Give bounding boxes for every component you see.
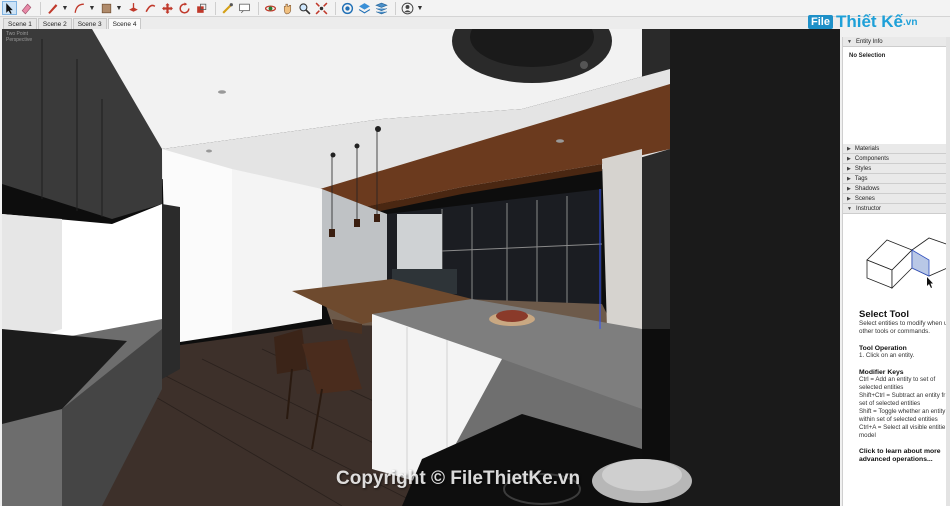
- zoom-tool-button[interactable]: [297, 1, 312, 15]
- model-viewport[interactable]: Two Point Perspective: [2, 29, 840, 506]
- pan-tool-button[interactable]: [280, 1, 295, 15]
- tray-scrollbar[interactable]: [946, 37, 950, 506]
- tool-operation-heading: Tool Operation: [859, 345, 907, 352]
- panel-instructor[interactable]: ▼ Instructor: [843, 204, 950, 214]
- pushpull-tool-button[interactable]: [126, 1, 141, 15]
- instructor-tool-name: Select Tool: [859, 309, 909, 320]
- move-tool-button[interactable]: [160, 1, 175, 15]
- collapsed-arrow-icon: ▶: [847, 175, 851, 182]
- zoom-extents-tool-button[interactable]: [314, 1, 329, 15]
- default-tray: ▼ Entity Info No Selection ▶ Materials ▶ C…: [842, 37, 950, 506]
- eraser-icon: [21, 3, 32, 14]
- modifier-keys-heading: Modifier Keys: [859, 369, 904, 376]
- scene-tabs: Scene 1 Scene 2 Scene 3 Scene 4: [0, 17, 840, 29]
- collapsed-arrow-icon: ▶: [847, 145, 851, 152]
- advanced-operations-link-2[interactable]: advanced operations...: [859, 456, 950, 464]
- toolbar-separator: [40, 1, 41, 15]
- logo-badge: File: [808, 15, 833, 29]
- text-icon: [239, 3, 250, 13]
- collapsed-arrow-icon: ▶: [847, 195, 851, 202]
- tab-scene-4[interactable]: Scene 4: [107, 18, 142, 29]
- tab-scene-2[interactable]: Scene 2: [37, 18, 72, 29]
- toolbar-separator: [335, 1, 336, 15]
- filethietke-logo: File Thiết Kế .vn: [808, 12, 917, 32]
- advanced-operations-link[interactable]: Click to learn about more: [859, 448, 950, 456]
- arc-icon: [74, 3, 84, 13]
- layers-tool-button[interactable]: [374, 1, 389, 15]
- toolbar-separator: [395, 1, 396, 15]
- rotate-tool-button[interactable]: [177, 1, 192, 15]
- toolbar-separator: [258, 1, 259, 15]
- panel-materials[interactable]: ▶ Materials: [843, 144, 950, 154]
- panel-entity-info[interactable]: ▼ Entity Info: [843, 37, 950, 47]
- sketchup-window: ▼ ▼ ▼ ▼ Scene 1 Scene 2 Scene 3 Scene 4 …: [0, 0, 950, 506]
- pencil-icon: [48, 3, 58, 14]
- panel-scenes[interactable]: ▶ Scenes: [843, 194, 950, 204]
- orbit-icon: [264, 4, 277, 12]
- shape-tool-button[interactable]: [99, 1, 114, 15]
- logo-text: Thiết Kế: [835, 12, 904, 31]
- copyright-watermark: Copyright © FileThietKe.vn: [336, 468, 581, 489]
- line-tool-dropdown[interactable]: ▼: [62, 1, 69, 15]
- rotate-icon: [179, 2, 190, 14]
- pushpull-icon: [129, 2, 138, 12]
- panel-styles[interactable]: ▶ Styles: [843, 164, 950, 174]
- selection-status: No Selection: [849, 53, 886, 59]
- logo-domain: .vn: [903, 16, 918, 28]
- select-tool-illustration: [866, 237, 950, 289]
- tape-tool-button[interactable]: [220, 1, 235, 15]
- followme-icon: [145, 4, 156, 12]
- orbit-tool-button[interactable]: [263, 1, 278, 15]
- panel-shadows[interactable]: ▶ Shadows: [843, 184, 950, 194]
- rectangle-icon: [101, 3, 112, 13]
- arc-tool-button[interactable]: [72, 1, 87, 15]
- select-tool-button[interactable]: [2, 1, 17, 15]
- toolbar-separator: [215, 1, 216, 15]
- extension-tool-button[interactable]: [357, 1, 372, 15]
- text-tool-button[interactable]: [237, 1, 252, 15]
- tape-icon: [222, 2, 233, 14]
- scale-tool-button[interactable]: [194, 1, 209, 15]
- layers-icon: [375, 2, 388, 14]
- kitchen-scene-render: [2, 29, 840, 506]
- warehouse-tool-button[interactable]: [340, 1, 355, 15]
- camera-label: Two Point Perspective: [6, 31, 33, 43]
- hand-icon: [283, 3, 292, 14]
- instructor-body: Select Tool Select entities to modify wh…: [843, 214, 950, 506]
- warehouse-icon: [341, 2, 354, 14]
- shape-tool-dropdown[interactable]: ▼: [116, 1, 123, 15]
- collapsed-arrow-icon: ▶: [847, 165, 851, 172]
- collapsed-arrow-icon: ▶: [847, 155, 851, 162]
- expanded-arrow-icon: ▼: [847, 205, 852, 212]
- collapsed-arrow-icon: ▶: [847, 185, 851, 192]
- followme-tool-button[interactable]: [143, 1, 158, 15]
- account-dropdown[interactable]: ▼: [417, 1, 424, 15]
- line-tool-button[interactable]: [45, 1, 60, 15]
- panel-tags[interactable]: ▶ Tags: [843, 174, 950, 184]
- tab-scene-1[interactable]: Scene 1: [3, 18, 37, 29]
- scale-icon: [197, 3, 207, 13]
- user-icon: [401, 2, 414, 14]
- extension-icon: [358, 2, 371, 13]
- arrow-icon: [6, 2, 13, 14]
- magnifier-icon: [299, 2, 311, 14]
- tab-scene-3[interactable]: Scene 3: [72, 18, 107, 29]
- move-icon: [162, 2, 173, 14]
- expanded-arrow-icon: ▼: [847, 38, 852, 45]
- eraser-tool-button[interactable]: [19, 1, 34, 15]
- panel-components[interactable]: ▶ Components: [843, 154, 950, 164]
- zoom-extents-icon: [315, 2, 328, 14]
- entity-info-body: No Selection: [843, 47, 950, 144]
- account-tool-button[interactable]: [400, 1, 415, 15]
- arc-tool-dropdown[interactable]: ▼: [89, 1, 96, 15]
